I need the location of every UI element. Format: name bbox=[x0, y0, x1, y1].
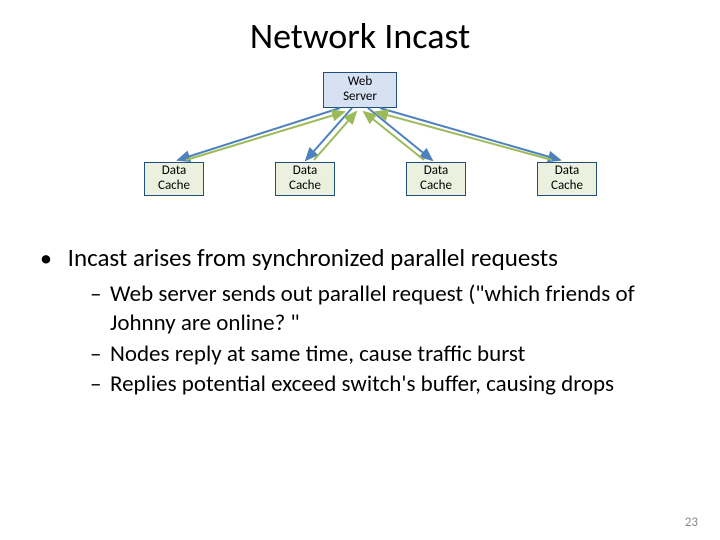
bullet-main: Incast arises from synchronized parallel… bbox=[40, 242, 698, 399]
web-server-box: Web Server bbox=[323, 72, 397, 108]
page-number: 23 bbox=[685, 515, 698, 530]
bullet-main-text: Incast arises from synchronized parallel… bbox=[68, 242, 558, 273]
content-area: Incast arises from synchronized parallel… bbox=[0, 232, 720, 399]
slide-title: Network Incast bbox=[0, 0, 720, 58]
data-cache-box-1: Data Cache bbox=[144, 162, 204, 196]
incast-diagram: Web Server Data Cache Data Cache Data Ca… bbox=[0, 72, 720, 232]
slide: Network Incast Web Server Data Cache Dat… bbox=[0, 0, 720, 540]
sub-bullet-list: Web server sends out parallel request ("… bbox=[90, 280, 698, 399]
sub-bullet-3: Replies potential exceed switch's buffer… bbox=[90, 370, 698, 399]
sub-bullet-2: Nodes reply at same time, cause traffic … bbox=[90, 340, 698, 369]
sub-bullet-1: Web server sends out parallel request ("… bbox=[90, 280, 698, 338]
bullet-list: Incast arises from synchronized parallel… bbox=[40, 242, 698, 399]
data-cache-box-4: Data Cache bbox=[537, 162, 597, 196]
data-cache-box-3: Data Cache bbox=[406, 162, 466, 196]
data-cache-box-2: Data Cache bbox=[275, 162, 335, 196]
